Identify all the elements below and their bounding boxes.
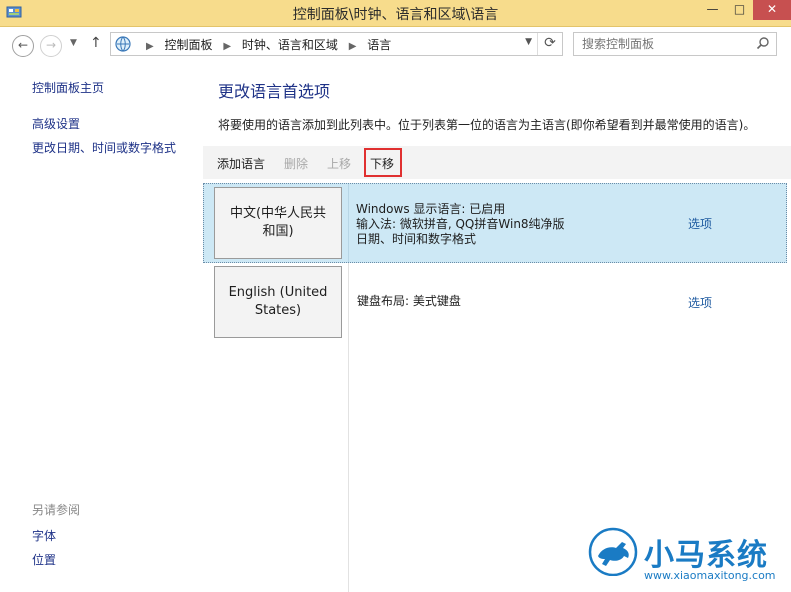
add-language-button[interactable]: 添加语言 <box>217 155 265 172</box>
keyboard-layout: 键盘布局: 美式键盘 <box>357 294 461 308</box>
minimize-button[interactable]: — <box>699 0 726 20</box>
language-tile-english[interactable]: English (United States) <box>214 266 342 338</box>
language-details-english: 键盘布局: 美式键盘 <box>357 294 461 309</box>
watermark-brand: 小马系统 <box>644 538 768 573</box>
search-input[interactable] <box>580 35 754 53</box>
up-button[interactable]: ↑ <box>90 35 102 51</box>
sidebar-link-control-panel-home[interactable]: 控制面板主页 <box>32 79 104 96</box>
refresh-icon: ⟳ <box>544 35 556 51</box>
arrow-up-icon: ↑ <box>90 35 102 51</box>
options-link-chinese[interactable]: 选项 <box>688 215 712 232</box>
recent-pages-dropdown[interactable]: ▼ <box>70 38 77 48</box>
breadcrumb-separator-icon: ▶ <box>146 41 154 52</box>
sidebar-link-advanced-settings[interactable]: 高级设置 <box>32 115 80 132</box>
language-name-line2: States) <box>254 303 302 318</box>
breadcrumb-separator-icon[interactable]: ▶ <box>223 41 231 52</box>
breadcrumb-item-clock-language-region[interactable]: 时钟、语言和区域 <box>242 38 338 52</box>
date-time-number-format: 日期、时间和数字格式 <box>356 232 477 246</box>
search-box[interactable] <box>573 32 777 56</box>
input-methods: 输入法: 微软拼音, QQ拼音Win8纯净版 <box>356 217 565 231</box>
sidebar-link-location[interactable]: 位置 <box>32 551 56 568</box>
window-title: 控制面板\时钟、语言和区域\语言 <box>292 7 499 23</box>
search-icon[interactable] <box>756 36 770 50</box>
maximize-button[interactable]: □ <box>726 0 753 20</box>
back-button[interactable]: ← <box>12 35 34 57</box>
close-button[interactable]: ✕ <box>753 0 791 20</box>
refresh-button[interactable]: ⟳ <box>537 33 562 55</box>
language-name: 中文(中华人民共 和国) <box>230 205 326 241</box>
language-name-line1: English (United <box>228 285 328 300</box>
language-name-line1: 中文(中华人民共 <box>229 206 327 221</box>
sidebar-link-fonts[interactable]: 字体 <box>32 527 56 544</box>
sidebar-link-change-date-time-format[interactable]: 更改日期、时间或数字格式 <box>32 139 176 156</box>
breadcrumb: ▶ 控制面板 ▶ 时钟、语言和区域 ▶ 语言 <box>139 36 391 53</box>
language-row-chinese[interactable]: 中文(中华人民共 和国) Windows 显示语言: 已启用 输入法: 微软拼音… <box>203 183 787 263</box>
clock-globe-icon <box>115 36 131 52</box>
watermark-url: www.xiaomaxitong.com <box>644 569 776 582</box>
see-also-title: 另请参阅 <box>32 503 81 517</box>
arrow-left-icon: ← <box>17 38 29 52</box>
chevron-down-icon: ▼ <box>70 38 77 48</box>
navigation-bar: ← → ▼ ↑ ▶ 控制面板 ▶ 时钟、语言和区域 ▶ 语言 ▼ ⟳ <box>0 27 791 61</box>
row-divider <box>348 184 349 262</box>
breadcrumb-separator-icon[interactable]: ▶ <box>349 41 357 52</box>
remove-button[interactable]: 删除 <box>284 155 308 172</box>
list-column-divider <box>348 262 349 592</box>
move-up-button[interactable]: 上移 <box>327 155 351 172</box>
arrow-right-icon: → <box>45 38 57 52</box>
forward-button[interactable]: → <box>40 35 62 57</box>
breadcrumb-item-language[interactable]: 语言 <box>367 38 391 52</box>
horse-logo-icon <box>588 527 638 576</box>
page-title: 更改语言首选项 <box>218 82 331 101</box>
language-name: English (United States) <box>229 284 328 320</box>
display-language-status: Windows 显示语言: 已启用 <box>356 202 506 216</box>
page-description: 将要使用的语言添加到此列表中。位于列表第一位的语言为主语言(即你希望看到并最常使… <box>218 118 756 132</box>
language-toolbar: 添加语言 删除 上移 下移 <box>203 146 791 179</box>
breadcrumb-item-control-panel[interactable]: 控制面板 <box>165 38 213 52</box>
options-link-english[interactable]: 选项 <box>688 294 712 311</box>
title-bar: 控制面板\时钟、语言和区域\语言 — □ ✕ <box>0 0 791 27</box>
language-tile-chinese[interactable]: 中文(中华人民共 和国) <box>214 187 342 259</box>
language-name-line2: 和国) <box>262 224 294 239</box>
language-details: Windows 显示语言: 已启用 输入法: 微软拼音, QQ拼音Win8纯净版… <box>356 202 565 247</box>
move-down-highlight-box <box>364 148 402 177</box>
address-bar[interactable]: ▶ 控制面板 ▶ 时钟、语言和区域 ▶ 语言 ▼ ⟳ <box>110 32 563 56</box>
address-dropdown-icon[interactable]: ▼ <box>525 37 532 47</box>
